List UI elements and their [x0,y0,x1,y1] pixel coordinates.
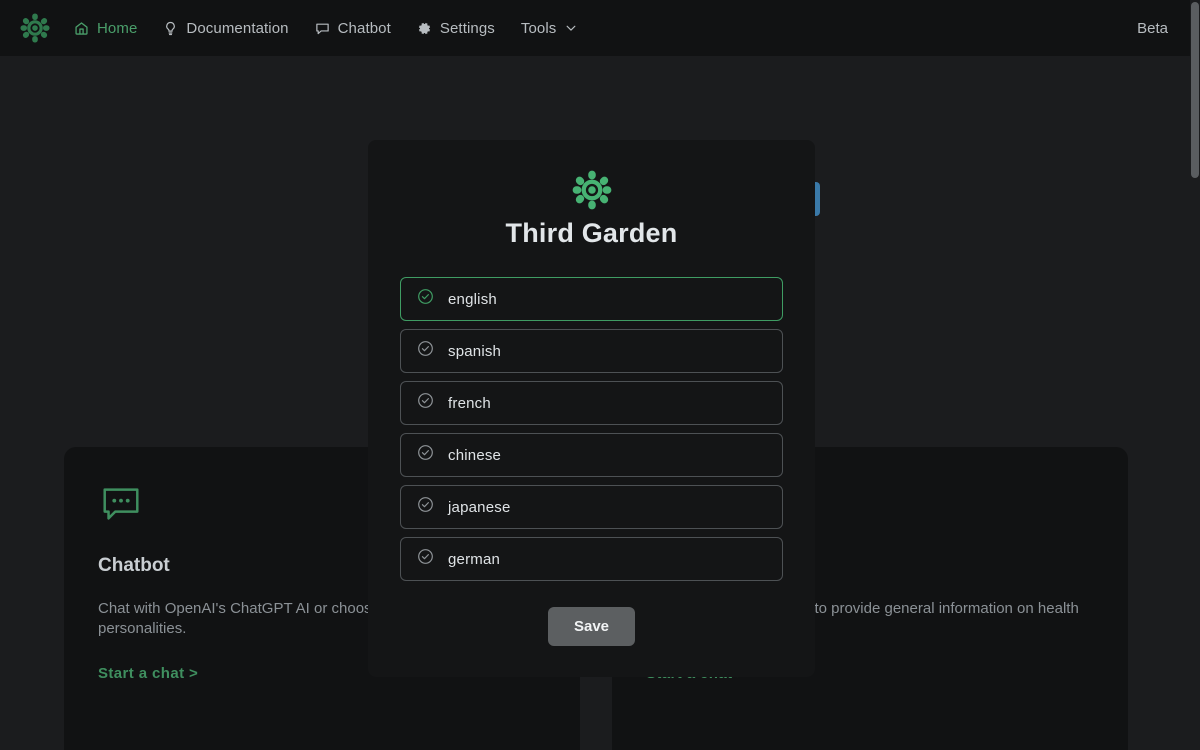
nav-item-documentation[interactable]: Documentation [163,19,289,37]
beta-badge: Beta [1137,19,1168,37]
language-option-label: japanese [448,498,511,516]
check-circle-icon [417,548,434,570]
nav-links: Home Documentation Chatbot Settings Tool… [74,20,1137,37]
language-option-label: english [448,290,497,308]
nav-item-label: Tools [520,19,557,37]
nav-item-label: Documentation [186,19,289,37]
nav-item-label: Settings [439,19,495,37]
check-circle-icon [417,496,434,518]
nav-item-label: Chatbot [337,19,391,37]
nav-item-chatbot[interactable]: Chatbot [315,20,391,37]
nav-item-home[interactable]: Home [74,20,137,37]
chat-bubble-icon [315,21,330,36]
check-circle-icon [417,444,434,466]
language-option-label: chinese [448,446,502,464]
check-circle-icon [417,340,434,362]
language-option-spanish[interactable]: spanish [400,329,783,373]
language-option-french[interactable]: french [400,381,783,425]
language-option-label: german [448,550,501,568]
language-option-label: spanish [448,342,502,360]
language-option-german[interactable]: german [400,537,783,581]
gear-logo-icon [572,170,611,210]
modal-footer: Save [400,607,783,646]
modal-logo [400,170,783,210]
check-circle-icon [417,288,434,310]
lightbulb-icon [163,21,178,36]
top-navbar: Home Documentation Chatbot Settings Tool… [0,0,1200,56]
save-button[interactable]: Save [547,607,636,646]
app-root: Home Documentation Chatbot Settings Tool… [0,0,1200,750]
nav-item-tools[interactable]: Tools [521,20,579,37]
language-option-list: english spanish french chinese japanese … [400,277,783,581]
gear-logo-icon [20,13,50,43]
check-circle-icon [417,392,434,414]
language-option-label: french [448,394,491,412]
language-selection-modal: Third Garden english spanish french chin… [368,140,815,677]
language-option-japanese[interactable]: japanese [400,485,783,529]
language-option-english[interactable]: english [400,277,783,321]
home-icon [74,21,89,36]
page-scrollbar-thumb[interactable] [1191,2,1199,178]
nav-item-label: Home [97,19,138,37]
chevron-down-icon [564,21,578,35]
language-option-chinese[interactable]: chinese [400,433,783,477]
modal-title: Third Garden [505,218,678,248]
card-link-start-a-chat[interactable]: Start a chat > [98,665,198,682]
gear-icon [417,21,432,36]
nav-item-settings[interactable]: Settings [417,20,495,37]
app-logo[interactable] [18,11,52,45]
